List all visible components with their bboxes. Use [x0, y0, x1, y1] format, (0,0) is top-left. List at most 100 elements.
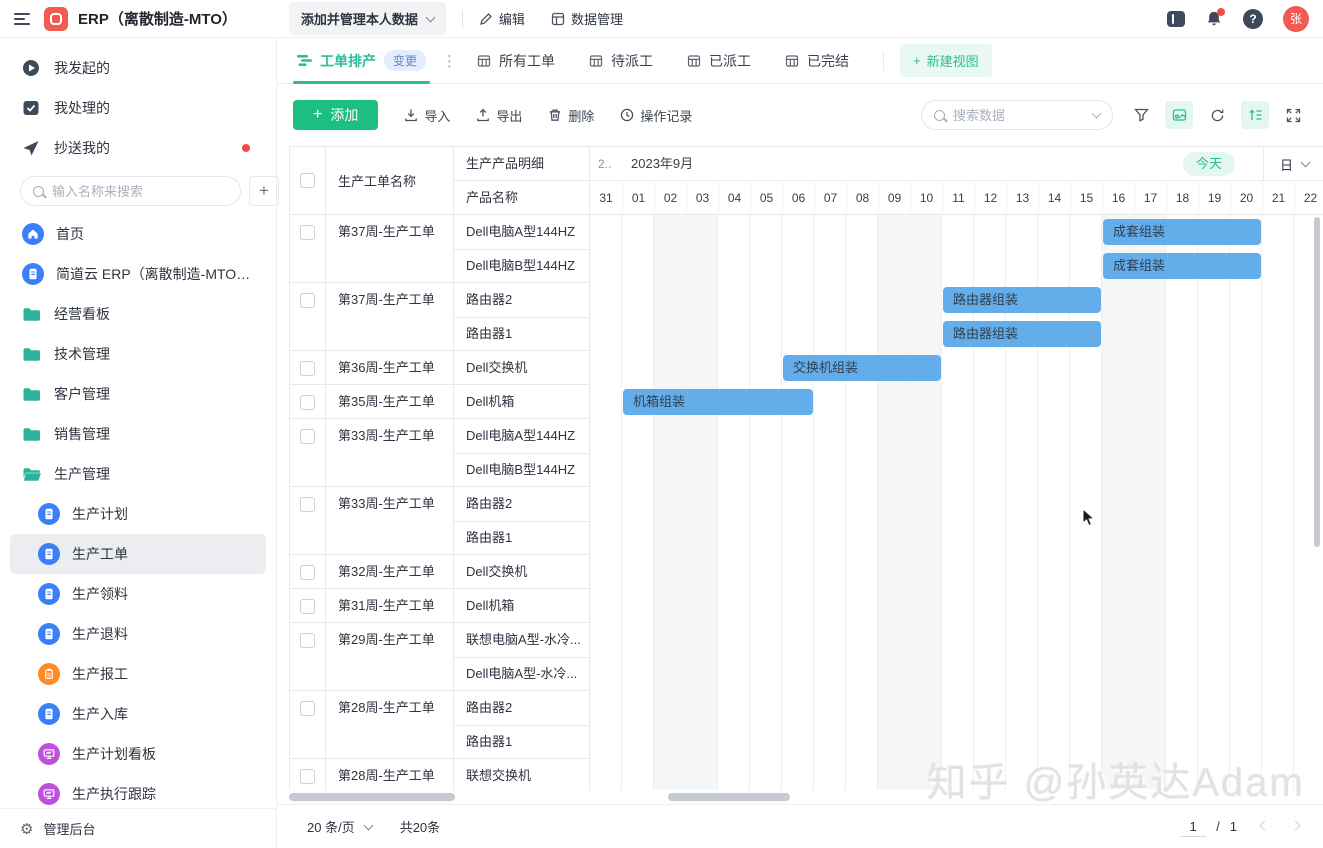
gantt-bar[interactable]: 路由器组装	[943, 287, 1101, 313]
tab-all-workorders[interactable]: 所有工单	[477, 51, 555, 71]
select-all-checkbox[interactable]	[300, 173, 315, 188]
import-button[interactable]: 导入	[404, 106, 450, 125]
row-checkbox[interactable]	[300, 225, 315, 240]
tab-completed[interactable]: 已完结	[785, 51, 849, 71]
sidebar-item-plan-board[interactable]: 生产计划看板	[10, 734, 266, 774]
delete-button[interactable]: 删除	[548, 106, 594, 125]
product-name-cell[interactable]: Dell机箱	[454, 589, 590, 623]
add-button[interactable]: + 添加	[293, 100, 378, 130]
workorder-name-cell[interactable]: 第32周-生产工单	[326, 555, 454, 589]
product-name-cell[interactable]: 路由器2	[454, 691, 590, 725]
next-page-button[interactable]	[1292, 825, 1299, 829]
workorder-name-cell[interactable]: 第35周-生产工单	[326, 385, 454, 419]
export-button[interactable]: 导出	[476, 106, 522, 125]
product-name-cell[interactable]: Dell交换机	[454, 351, 590, 385]
sidebar-item-production-manage[interactable]: 生产管理	[10, 454, 266, 494]
product-name-cell[interactable]: Dell电脑B型144HZ	[454, 453, 590, 487]
row-checkbox[interactable]	[300, 497, 315, 512]
row-checkbox[interactable]	[300, 599, 315, 614]
product-name-cell[interactable]: 路由器1	[454, 317, 590, 351]
sidebar-item-production-return[interactable]: 生产退料	[10, 614, 266, 654]
card-view-button[interactable]	[1165, 101, 1193, 129]
gantt-bar[interactable]: 成套组装	[1103, 253, 1261, 279]
tab-workorder-scheduling[interactable]: 工单排产 变更	[293, 38, 430, 83]
page-size-select[interactable]: 20 条/页	[307, 817, 372, 836]
horizontal-scrollbar-right[interactable]	[668, 793, 790, 801]
sidebar-item-tech-manage[interactable]: 技术管理	[10, 334, 266, 374]
current-page-input[interactable]: 1	[1180, 817, 1206, 837]
sidebar-item-cc-to-me[interactable]: 抄送我的	[10, 128, 266, 168]
row-checkbox[interactable]	[300, 395, 315, 410]
workorder-name-cell[interactable]: 第28周-生产工单	[326, 759, 454, 790]
product-name-cell[interactable]: 联想交换机	[454, 759, 590, 790]
filter-button[interactable]	[1127, 101, 1155, 129]
workorder-name-cell[interactable]: 第33周-生产工单	[326, 419, 454, 487]
product-name-cell[interactable]: Dell电脑A型144HZ	[454, 419, 590, 453]
sidebar-item-my-initiated[interactable]: 我发起的	[10, 48, 266, 88]
workorder-name-cell[interactable]: 第36周-生产工单	[326, 351, 454, 385]
sidebar-item-production-inbound[interactable]: 生产入库	[10, 694, 266, 734]
sidebar-item-production-report[interactable]: 生产报工	[10, 654, 266, 694]
collapse-menu-icon[interactable]	[14, 13, 30, 25]
help-button[interactable]: ?	[1243, 9, 1263, 29]
product-name-cell[interactable]: Dell交换机	[454, 555, 590, 589]
prev-page-button[interactable]	[1261, 825, 1268, 829]
workorder-name-cell[interactable]: 第37周-生产工单	[326, 283, 454, 351]
refresh-button[interactable]	[1203, 101, 1231, 129]
sidebar-item-jiandaoyun-erp[interactable]: 简道云 ERP（离散制造-MTO）...	[10, 254, 266, 294]
tab-dispatched[interactable]: 已派工	[687, 51, 751, 71]
row-checkbox[interactable]	[300, 565, 315, 580]
gantt-bar[interactable]: 路由器组装	[943, 321, 1101, 347]
gantt-bar[interactable]: 成套组装	[1103, 219, 1261, 245]
change-badge[interactable]: 变更	[384, 50, 426, 71]
sidebar-item-production-workorder[interactable]: 生产工单	[10, 534, 266, 574]
sidebar-item-sales-manage[interactable]: 销售管理	[10, 414, 266, 454]
workorder-name-cell[interactable]: 第33周-生产工单	[326, 487, 454, 555]
product-name-cell[interactable]: 联想电脑A型-水冷...	[454, 623, 590, 657]
operation-log-button[interactable]: 操作记录	[620, 106, 692, 125]
sidebar-item-production-plan[interactable]: 生产计划	[10, 494, 266, 534]
row-checkbox[interactable]	[300, 429, 315, 444]
vertical-scrollbar[interactable]	[1314, 217, 1320, 547]
data-search-input[interactable]	[953, 108, 1085, 123]
new-view-button[interactable]: + 新建视图	[900, 44, 992, 77]
data-manage-button[interactable]: 数据管理	[551, 9, 623, 28]
product-name-cell[interactable]: Dell机箱	[454, 385, 590, 419]
today-button[interactable]: 今天	[1183, 152, 1235, 176]
notifications-button[interactable]	[1205, 10, 1223, 28]
journal-button[interactable]	[1167, 11, 1185, 27]
data-mode-dropdown[interactable]: 添加并管理本人数据	[289, 2, 446, 35]
tab-pending-dispatch[interactable]: 待派工	[589, 51, 653, 71]
product-name-cell[interactable]: 路由器2	[454, 487, 590, 521]
sidebar-search-input[interactable]	[52, 184, 228, 199]
row-checkbox[interactable]	[300, 701, 315, 716]
user-avatar[interactable]: 张	[1283, 6, 1309, 32]
fullscreen-button[interactable]	[1279, 101, 1307, 129]
row-checkbox[interactable]	[300, 293, 315, 308]
gantt-bar[interactable]: 机箱组装	[623, 389, 813, 415]
product-name-cell[interactable]: 路由器2	[454, 283, 590, 317]
horizontal-scrollbar-left[interactable]	[289, 793, 455, 801]
add-app-button[interactable]: +	[249, 176, 279, 206]
row-checkbox[interactable]	[300, 361, 315, 376]
sidebar-item-execution-tracking[interactable]: 生产执行跟踪	[10, 774, 266, 808]
product-name-cell[interactable]: Dell电脑A型144HZ	[454, 215, 590, 249]
edit-button[interactable]: 编辑	[479, 9, 525, 28]
workorder-name-cell[interactable]: 第28周-生产工单	[326, 691, 454, 759]
admin-backend-button[interactable]: ⚙ 管理后台	[0, 808, 276, 848]
sidebar-item-customer-manage[interactable]: 客户管理	[10, 374, 266, 414]
sidebar-item-home[interactable]: 首页	[10, 214, 266, 254]
workorder-name-cell[interactable]: 第29周-生产工单	[326, 623, 454, 691]
sidebar-item-business-dashboard[interactable]: 经营看板	[10, 294, 266, 334]
product-name-cell[interactable]: 路由器1	[454, 521, 590, 555]
sidebar-item-production-picking[interactable]: 生产领料	[10, 574, 266, 614]
row-checkbox[interactable]	[300, 769, 315, 784]
gantt-structure-button[interactable]	[1241, 101, 1269, 129]
product-name-cell[interactable]: Dell电脑B型144HZ	[454, 249, 590, 283]
workorder-name-cell[interactable]: 第31周-生产工单	[326, 589, 454, 623]
product-name-cell[interactable]: 路由器1	[454, 725, 590, 759]
row-checkbox[interactable]	[300, 633, 315, 648]
sidebar-item-my-processed[interactable]: 我处理的	[10, 88, 266, 128]
gantt-bar[interactable]: 交换机组装	[783, 355, 941, 381]
product-name-cell[interactable]: Dell电脑A型-水冷...	[454, 657, 590, 691]
